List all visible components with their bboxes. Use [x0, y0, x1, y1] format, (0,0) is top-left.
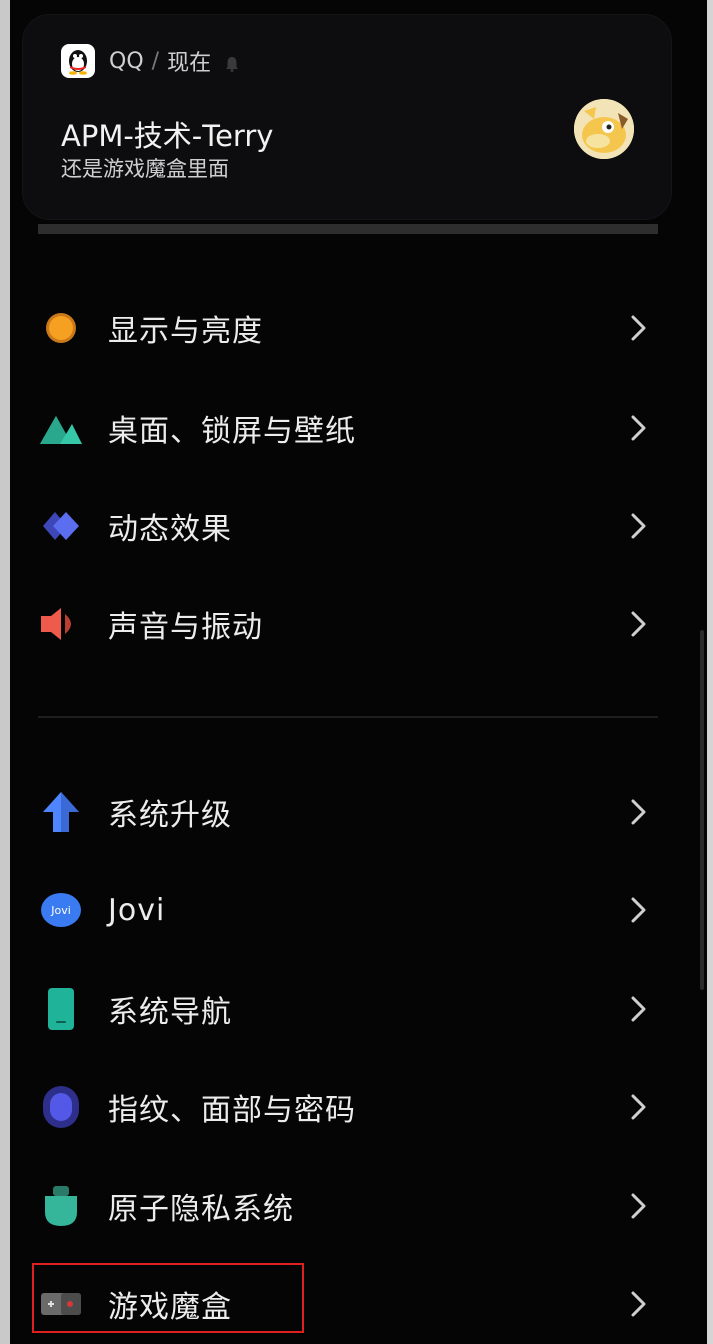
settings-item-system-update[interactable]: 系统升级 — [38, 782, 662, 842]
notification-time: 现在 — [167, 51, 212, 76]
chevron-right-icon — [631, 1193, 646, 1219]
bell-icon — [225, 53, 239, 72]
chevron-right-icon — [631, 897, 646, 923]
animation-icon — [38, 503, 84, 549]
chevron-right-icon — [631, 513, 646, 539]
notification-message: 还是游戏魔盒里面 — [61, 157, 229, 181]
settings-item-label: 动态效果 — [108, 512, 232, 547]
system-navigation-icon — [38, 986, 84, 1032]
chevron-right-icon — [631, 315, 646, 341]
wallpaper-icon — [38, 405, 84, 451]
chevron-right-icon — [631, 1094, 646, 1120]
sound-icon — [38, 601, 84, 647]
settings-item-wallpaper[interactable]: 桌面、锁屏与壁纸 — [38, 398, 662, 458]
settings-item-display[interactable]: 显示与亮度 — [38, 298, 662, 358]
left-edge — [0, 0, 10, 1344]
fingerprint-icon — [38, 1084, 84, 1130]
chevron-right-icon — [631, 611, 646, 637]
jovi-icon: Jovi — [38, 887, 84, 933]
chevron-right-icon — [631, 1291, 646, 1317]
settings-item-fingerprint[interactable]: 指纹、面部与密码 — [38, 1077, 662, 1137]
settings-item-label: Jovi — [108, 892, 166, 928]
avatar — [574, 99, 634, 159]
settings-item-label: 显示与亮度 — [108, 314, 263, 349]
notification-app-name: QQ — [109, 48, 144, 74]
settings-item-sound[interactable]: 声音与振动 — [38, 594, 662, 654]
chevron-right-icon — [631, 996, 646, 1022]
right-edge — [707, 0, 713, 1344]
settings-item-label: 声音与振动 — [108, 610, 263, 645]
settings-item-label: 系统导航 — [108, 995, 232, 1030]
scrollbar[interactable] — [700, 630, 704, 990]
display-brightness-icon — [38, 305, 84, 351]
jovi-icon-text: Jovi — [50, 904, 71, 917]
settings-item-label: 系统升级 — [108, 798, 232, 833]
highlight-box — [32, 1263, 304, 1333]
settings-item-system-navigation[interactable]: 系统导航 — [38, 979, 662, 1039]
section-divider — [38, 716, 658, 718]
system-update-icon — [38, 789, 84, 835]
notification-header: QQ / 现在 — [61, 44, 239, 78]
settings-item-animation[interactable]: 动态效果 — [38, 496, 662, 556]
notification-progress-bar — [38, 224, 658, 234]
chevron-right-icon — [631, 415, 646, 441]
settings-item-label: 桌面、锁屏与壁纸 — [108, 414, 356, 449]
chevron-right-icon — [631, 799, 646, 825]
qq-app-icon — [61, 44, 95, 78]
notification-separator: / — [151, 48, 160, 74]
settings-item-label: 指纹、面部与密码 — [108, 1093, 356, 1128]
settings-item-label: 原子隐私系统 — [108, 1192, 294, 1227]
notification-card[interactable]: QQ / 现在 APM-技术-Terry 还是游戏魔盒里面 — [22, 14, 672, 220]
settings-item-jovi[interactable]: Jovi Jovi — [38, 880, 662, 940]
privacy-icon — [38, 1183, 84, 1229]
notification-title: APM-技术-Terry — [61, 119, 274, 153]
settings-item-privacy[interactable]: 原子隐私系统 — [38, 1176, 662, 1236]
